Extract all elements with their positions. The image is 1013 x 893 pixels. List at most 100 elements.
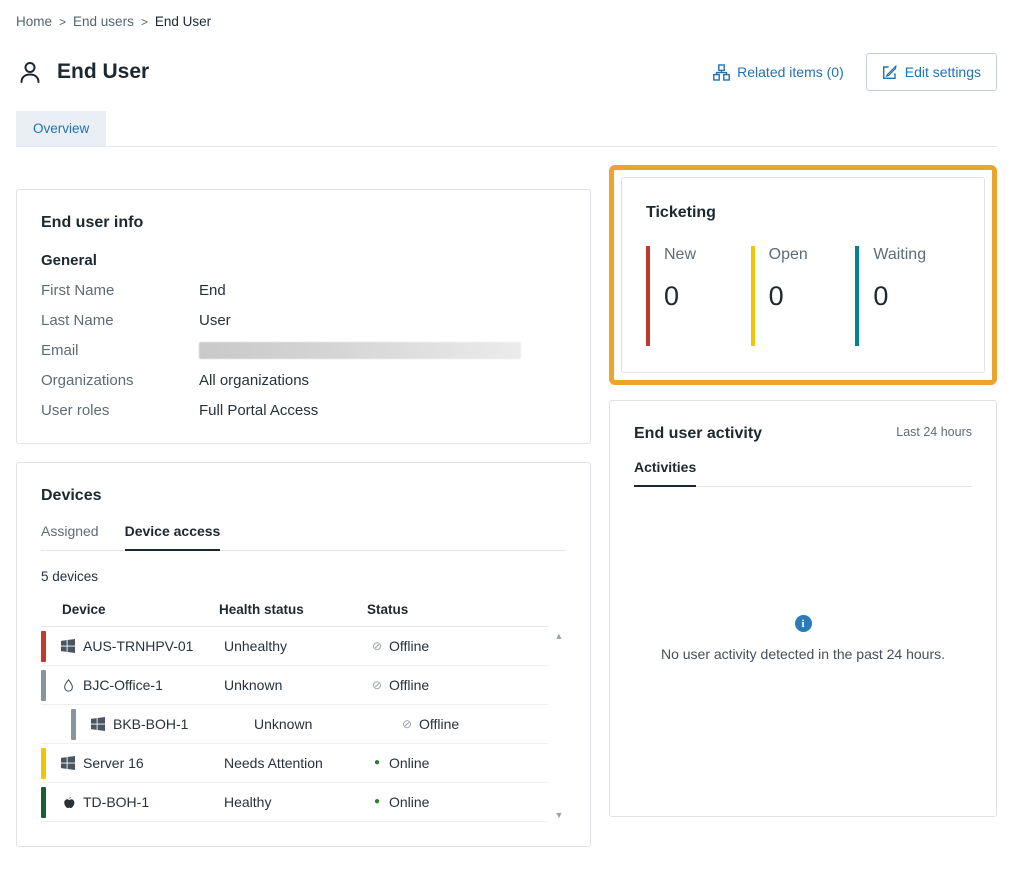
device-health: Unknown xyxy=(254,716,402,732)
table-row[interactable]: Server 16 Needs Attention Online xyxy=(41,744,548,783)
device-table: Device Health status Status AUS-TRNHPV-0… xyxy=(41,594,566,822)
device-status: Offline xyxy=(402,716,548,732)
table-row[interactable]: BJC-Office-1 Unknown Offline xyxy=(41,666,548,705)
device-status-label: Offline xyxy=(419,716,459,732)
field-value: All organizations xyxy=(199,372,309,389)
health-color-bar xyxy=(71,709,76,740)
table-scrollbar[interactable]: ▲ ▼ xyxy=(552,630,566,822)
health-color-bar xyxy=(41,787,46,818)
offline-icon xyxy=(372,641,382,651)
online-icon xyxy=(372,758,382,768)
field-label: Last Name xyxy=(41,312,199,329)
device-status-label: Offline xyxy=(389,638,429,654)
devices-title: Devices xyxy=(41,487,566,505)
table-row[interactable]: AUS-TRNHPV-01 Unhealthy Offline xyxy=(41,627,548,666)
related-items-link[interactable]: Related items (0) xyxy=(713,64,844,81)
device-health: Unhealthy xyxy=(224,638,372,654)
field-value: User xyxy=(199,312,231,329)
info-icon: i xyxy=(795,615,812,632)
tab-assigned[interactable]: Assigned xyxy=(41,523,99,550)
field-value: End xyxy=(199,282,226,299)
activity-timeframe: Last 24 hours xyxy=(896,425,972,439)
windows-icon xyxy=(83,717,113,731)
field-value: Full Portal Access xyxy=(199,402,318,419)
device-health: Healthy xyxy=(224,794,372,810)
table-row[interactable]: BKB-BOH-1 Unknown Offline xyxy=(41,705,548,744)
table-row[interactable]: TD-BOH-1 Healthy Online xyxy=(41,783,548,822)
end-user-activity-card: End user activity Last 24 hours Activiti… xyxy=(609,400,997,817)
edit-settings-button[interactable]: Edit settings xyxy=(866,53,997,91)
redacted-email-value xyxy=(199,342,521,359)
end-user-info-card: End user info General First Name End Las… xyxy=(16,189,591,444)
tab-activities[interactable]: Activities xyxy=(634,459,696,487)
end-user-info-title: End user info xyxy=(41,214,566,232)
offline-icon xyxy=(402,719,412,729)
field-organizations: Organizations All organizations xyxy=(41,372,566,389)
apple-icon xyxy=(53,795,83,810)
hierarchy-icon xyxy=(713,64,730,81)
column-header-health: Health status xyxy=(219,602,367,617)
ticketing-stats: New 0 Open 0 Waiting 0 xyxy=(646,246,960,346)
highlight-annotation: Ticketing New 0 Open 0 Waiting 0 xyxy=(609,165,997,385)
activity-title: End user activity xyxy=(634,425,762,443)
device-count: 5 devices xyxy=(41,569,566,584)
stat-open: Open 0 xyxy=(751,246,856,346)
device-status: Offline xyxy=(372,638,548,654)
field-label: First Name xyxy=(41,282,199,299)
stat-label: New xyxy=(664,246,751,264)
device-name: Server 16 xyxy=(83,755,224,771)
devices-card: Devices Assigned Device access 5 devices… xyxy=(16,462,591,847)
breadcrumb-separator: > xyxy=(59,15,66,29)
device-status-label: Offline xyxy=(389,677,429,693)
field-label: Email xyxy=(41,342,199,359)
device-table-header: Device Health status Status xyxy=(41,594,548,627)
health-color-bar xyxy=(41,748,46,779)
device-name: TD-BOH-1 xyxy=(83,794,224,810)
device-health: Needs Attention xyxy=(224,755,372,771)
edit-settings-label: Edit settings xyxy=(905,64,981,80)
field-label: Organizations xyxy=(41,372,199,389)
field-last-name: Last Name User xyxy=(41,312,566,329)
stat-value: 0 xyxy=(769,281,856,312)
breadcrumb-home[interactable]: Home xyxy=(16,14,52,29)
stat-value: 0 xyxy=(664,281,751,312)
ticketing-title: Ticketing xyxy=(646,204,960,222)
tab-bar: Overview xyxy=(16,111,997,147)
device-health: Unknown xyxy=(224,677,372,693)
breadcrumb-current: End User xyxy=(155,14,211,29)
tab-device-access[interactable]: Device access xyxy=(125,523,221,551)
device-name: AUS-TRNHPV-01 xyxy=(83,638,224,654)
activity-empty-state: i No user activity detected in the past … xyxy=(634,487,972,662)
page-header: End User Related items (0) Edit settings xyxy=(16,53,997,91)
ticketing-card: Ticketing New 0 Open 0 Waiting 0 xyxy=(621,177,985,373)
scroll-down-icon[interactable]: ▼ xyxy=(555,811,564,820)
column-header-status: Status xyxy=(367,602,548,617)
device-status: Online xyxy=(372,755,548,771)
stat-label: Waiting xyxy=(873,246,960,264)
stat-value: 0 xyxy=(873,281,960,312)
health-color-bar xyxy=(41,670,46,701)
breadcrumb-end-users[interactable]: End users xyxy=(73,14,134,29)
field-first-name: First Name End xyxy=(41,282,566,299)
breadcrumb-separator: > xyxy=(141,15,148,29)
field-label: User roles xyxy=(41,402,199,419)
end-user-icon xyxy=(16,58,44,86)
column-header-device: Device xyxy=(62,602,219,617)
tab-overview[interactable]: Overview xyxy=(16,111,106,146)
field-user-roles: User roles Full Portal Access xyxy=(41,402,566,419)
page: Home > End users > End User End User xyxy=(0,0,1013,847)
windows-icon xyxy=(53,639,83,653)
stat-label: Open xyxy=(769,246,856,264)
activity-tabs: Activities xyxy=(634,459,972,487)
offline-icon xyxy=(372,680,382,690)
device-name: BJC-Office-1 xyxy=(83,677,224,693)
general-section-title: General xyxy=(41,252,566,269)
device-name: BKB-BOH-1 xyxy=(113,716,254,732)
page-title: End User xyxy=(57,60,149,84)
scroll-up-icon[interactable]: ▲ xyxy=(555,632,564,641)
windows-icon xyxy=(53,756,83,770)
device-status: Online xyxy=(372,794,548,810)
device-status: Offline xyxy=(372,677,548,693)
device-status-label: Online xyxy=(389,794,429,810)
stat-new: New 0 xyxy=(646,246,751,346)
